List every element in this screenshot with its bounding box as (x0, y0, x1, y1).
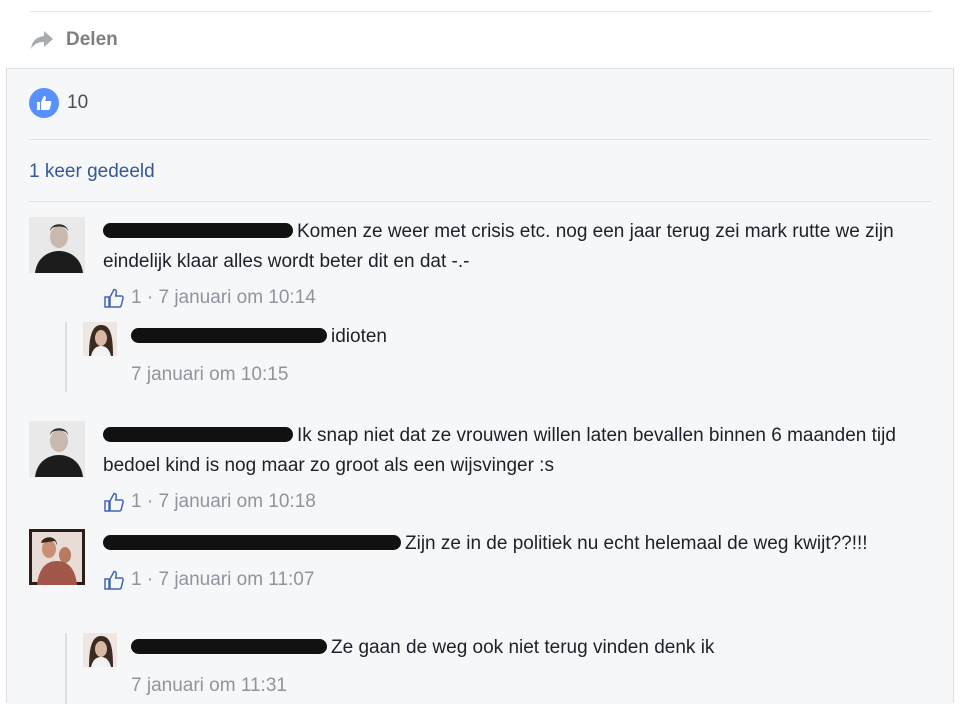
meta-separator: · (146, 287, 154, 308)
comment-like-count: 1 (131, 569, 142, 590)
comment: Zijn ze in de politiek nu echt helemaal … (29, 529, 939, 629)
avatar[interactable] (83, 633, 117, 667)
comment-body: Ze gaan de weg ook niet terug vinden den… (131, 633, 951, 701)
author-name-redacted[interactable] (131, 639, 327, 655)
comment-body: Komen ze weer met crisis etc. nog een ja… (103, 217, 923, 313)
comments-panel: 10 1 keer gedeeld Komen ze weer met cris… (7, 68, 953, 704)
shares-link[interactable]: 1 keer gedeeld (29, 161, 155, 183)
comment-body: Ik snap niet dat ze vrouwen willen laten… (103, 421, 923, 517)
comment: Ik snap niet dat ze vrouwen willen laten… (29, 421, 939, 521)
comment: Komen ze weer met crisis etc. nog een ja… (29, 217, 939, 317)
comment-timestamp[interactable]: 7 januari om 11:07 (158, 565, 314, 595)
like-icon (29, 88, 59, 118)
author-name-redacted[interactable] (131, 328, 327, 344)
like-thumb-icon[interactable] (103, 287, 125, 309)
divider (30, 11, 932, 12)
divider (29, 139, 931, 140)
comment-text: Zijn ze in de politiek nu echt helemaal … (405, 533, 868, 554)
reply-thread: idioten 7 januari om 10:15 (65, 322, 927, 392)
author-name-redacted[interactable] (103, 427, 293, 443)
share-label: Delen (66, 29, 118, 50)
reply-meta: 7 januari om 10:15 (131, 360, 951, 390)
reply-timestamp[interactable]: 7 januari om 10:15 (131, 360, 288, 390)
post-actions-bar: Delen (0, 0, 960, 68)
frame-border-right (953, 0, 954, 703)
comment-like-count: 1 (131, 491, 142, 512)
author-name-redacted[interactable] (103, 535, 401, 551)
comment-timestamp[interactable]: 7 januari om 10:14 (158, 283, 315, 313)
reply-thread: Ze gaan de weg ook niet terug vinden den… (65, 633, 927, 704)
comment-body: Zijn ze in de politiek nu echt helemaal … (103, 529, 923, 595)
like-thumb-icon[interactable] (103, 491, 125, 513)
comment-meta: 1 · 7 januari om 11:07 (103, 565, 923, 595)
reply-text: idioten (331, 326, 387, 347)
like-thumb-icon[interactable] (103, 569, 125, 591)
like-count: 10 (67, 92, 89, 113)
divider (29, 201, 931, 202)
avatar[interactable] (29, 421, 85, 477)
avatar[interactable] (83, 322, 117, 356)
reply-timestamp[interactable]: 7 januari om 11:31 (131, 671, 287, 701)
avatar[interactable] (29, 217, 85, 273)
avatar[interactable] (29, 529, 85, 585)
comment-timestamp[interactable]: 7 januari om 10:18 (158, 487, 315, 517)
reply-meta: 7 januari om 11:31 (131, 671, 951, 701)
author-name-redacted[interactable] (103, 223, 293, 239)
share-arrow-icon (31, 31, 53, 49)
reply-text: Ze gaan de weg ook niet terug vinden den… (331, 637, 715, 658)
comment-meta: 1 · 7 januari om 10:14 (103, 283, 923, 313)
like-summary[interactable]: 10 (29, 88, 88, 118)
meta-separator: · (146, 569, 154, 590)
meta-separator: · (146, 491, 154, 512)
comment-like-count: 1 (131, 287, 142, 308)
comment-meta: 1 · 7 januari om 10:18 (103, 487, 923, 517)
share-button[interactable]: Delen (30, 26, 118, 54)
comment-body: idioten 7 januari om 10:15 (131, 322, 951, 390)
